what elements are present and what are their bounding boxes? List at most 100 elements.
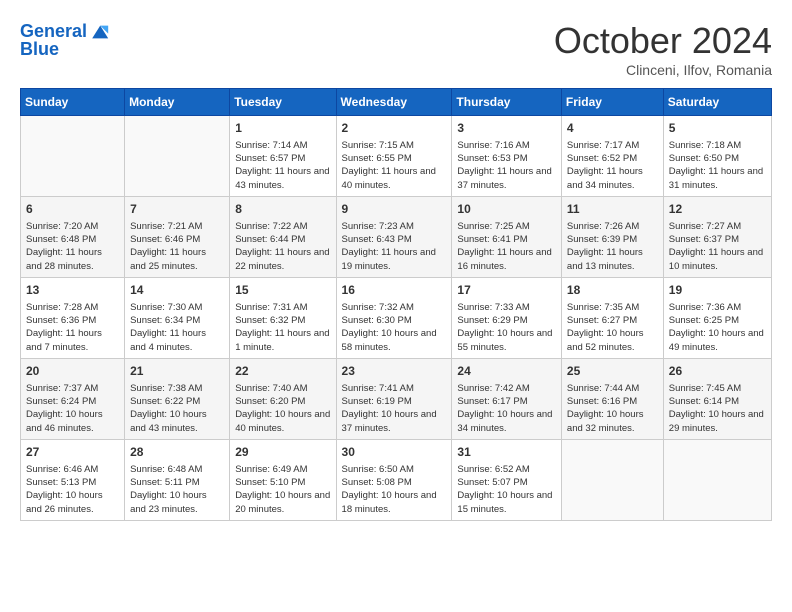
day-number: 12 — [669, 201, 766, 218]
title-block: October 2024 Clinceni, Ilfov, Romania — [554, 20, 772, 78]
day-info: Sunrise: 7:31 AM Sunset: 6:32 PM Dayligh… — [235, 301, 330, 354]
day-info: Sunrise: 6:48 AM Sunset: 5:11 PM Dayligh… — [130, 463, 224, 516]
day-info: Sunrise: 7:40 AM Sunset: 6:20 PM Dayligh… — [235, 382, 330, 435]
day-info: Sunrise: 6:49 AM Sunset: 5:10 PM Dayligh… — [235, 463, 330, 516]
day-info: Sunrise: 7:16 AM Sunset: 6:53 PM Dayligh… — [457, 139, 556, 192]
day-of-week-header: Friday — [561, 89, 663, 116]
day-info: Sunrise: 7:17 AM Sunset: 6:52 PM Dayligh… — [567, 139, 658, 192]
calendar-cell: 4 Sunrise: 7:17 AM Sunset: 6:52 PM Daylig… — [561, 116, 663, 197]
day-number: 3 — [457, 120, 556, 137]
calendar-cell: 5Sunrise: 7:18 AM Sunset: 6:50 PM Daylig… — [663, 116, 771, 197]
calendar-cell: 6 Sunrise: 7:20 AM Sunset: 6:48 PM Daylig… — [21, 196, 125, 277]
calendar-cell: 24 Sunrise: 7:42 AM Sunset: 6:17 PM Dayli… — [452, 358, 562, 439]
day-number: 17 — [457, 282, 556, 299]
month-title: October 2024 — [554, 20, 772, 62]
day-of-week-header: Wednesday — [336, 89, 452, 116]
calendar-cell: 12Sunrise: 7:27 AM Sunset: 6:37 PM Dayli… — [663, 196, 771, 277]
calendar-week-row: 27 Sunrise: 6:46 AM Sunset: 5:13 PM Dayli… — [21, 439, 772, 520]
calendar-cell: 15 Sunrise: 7:31 AM Sunset: 6:32 PM Dayli… — [230, 277, 336, 358]
day-number: 13 — [26, 282, 119, 299]
day-of-week-header: Sunday — [21, 89, 125, 116]
calendar-cell: 9 Sunrise: 7:23 AM Sunset: 6:43 PM Daylig… — [336, 196, 452, 277]
calendar-table: SundayMondayTuesdayWednesdayThursdayFrid… — [20, 88, 772, 521]
day-number: 21 — [130, 363, 224, 380]
day-number: 28 — [130, 444, 224, 461]
day-number: 11 — [567, 201, 658, 218]
day-number: 6 — [26, 201, 119, 218]
calendar-cell: 31Sunrise: 6:52 AM Sunset: 5:07 PM Dayli… — [452, 439, 562, 520]
day-number: 7 — [130, 201, 224, 218]
calendar-cell: 8Sunrise: 7:22 AM Sunset: 6:44 PM Daylig… — [230, 196, 336, 277]
day-number: 19 — [669, 282, 766, 299]
day-info: Sunrise: 7:44 AM Sunset: 6:16 PM Dayligh… — [567, 382, 658, 435]
calendar-cell: 23 Sunrise: 7:41 AM Sunset: 6:19 PM Dayli… — [336, 358, 452, 439]
day-number: 26 — [669, 363, 766, 380]
day-info: Sunrise: 7:45 AM Sunset: 6:14 PM Dayligh… — [669, 382, 766, 435]
calendar-cell: 16 Sunrise: 7:32 AM Sunset: 6:30 PM Dayli… — [336, 277, 452, 358]
day-info: Sunrise: 7:14 AM Sunset: 6:57 PM Dayligh… — [235, 139, 330, 192]
day-number: 25 — [567, 363, 658, 380]
day-number: 5 — [669, 120, 766, 137]
calendar-cell: 25 Sunrise: 7:44 AM Sunset: 6:16 PM Dayli… — [561, 358, 663, 439]
day-number: 2 — [342, 120, 447, 137]
day-info: Sunrise: 7:41 AM Sunset: 6:19 PM Dayligh… — [342, 382, 447, 435]
day-number: 18 — [567, 282, 658, 299]
day-info: Sunrise: 7:25 AM Sunset: 6:41 PM Dayligh… — [457, 220, 556, 273]
calendar-cell: 7 Sunrise: 7:21 AM Sunset: 6:46 PM Daylig… — [125, 196, 230, 277]
calendar-week-row: 1Sunrise: 7:14 AM Sunset: 6:57 PM Daylig… — [21, 116, 772, 197]
day-info: Sunrise: 7:30 AM Sunset: 6:34 PM Dayligh… — [130, 301, 224, 354]
calendar-cell: 29 Sunrise: 6:49 AM Sunset: 5:10 PM Dayli… — [230, 439, 336, 520]
day-number: 16 — [342, 282, 447, 299]
calendar-header-row: SundayMondayTuesdayWednesdayThursdayFrid… — [21, 89, 772, 116]
day-info: Sunrise: 7:21 AM Sunset: 6:46 PM Dayligh… — [130, 220, 224, 273]
day-info: Sunrise: 6:46 AM Sunset: 5:13 PM Dayligh… — [26, 463, 119, 516]
calendar-cell: 17 Sunrise: 7:33 AM Sunset: 6:29 PM Dayli… — [452, 277, 562, 358]
day-info: Sunrise: 7:42 AM Sunset: 6:17 PM Dayligh… — [457, 382, 556, 435]
day-info: Sunrise: 7:20 AM Sunset: 6:48 PM Dayligh… — [26, 220, 119, 273]
day-of-week-header: Tuesday — [230, 89, 336, 116]
logo-icon — [89, 20, 113, 44]
logo: General Blue — [20, 20, 113, 60]
calendar-cell: 26 Sunrise: 7:45 AM Sunset: 6:14 PM Dayli… — [663, 358, 771, 439]
day-number: 15 — [235, 282, 330, 299]
day-number: 10 — [457, 201, 556, 218]
calendar-cell — [561, 439, 663, 520]
calendar-week-row: 20Sunrise: 7:37 AM Sunset: 6:24 PM Dayli… — [21, 358, 772, 439]
calendar-cell — [21, 116, 125, 197]
day-info: Sunrise: 7:36 AM Sunset: 6:25 PM Dayligh… — [669, 301, 766, 354]
calendar-cell: 27 Sunrise: 6:46 AM Sunset: 5:13 PM Dayli… — [21, 439, 125, 520]
calendar-cell: 28 Sunrise: 6:48 AM Sunset: 5:11 PM Dayli… — [125, 439, 230, 520]
calendar-cell: 18 Sunrise: 7:35 AM Sunset: 6:27 PM Dayli… — [561, 277, 663, 358]
day-number: 23 — [342, 363, 447, 380]
day-info: Sunrise: 6:50 AM Sunset: 5:08 PM Dayligh… — [342, 463, 447, 516]
day-of-week-header: Thursday — [452, 89, 562, 116]
day-info: Sunrise: 7:35 AM Sunset: 6:27 PM Dayligh… — [567, 301, 658, 354]
calendar-cell: 14Sunrise: 7:30 AM Sunset: 6:34 PM Dayli… — [125, 277, 230, 358]
day-number: 30 — [342, 444, 447, 461]
day-info: Sunrise: 7:15 AM Sunset: 6:55 PM Dayligh… — [342, 139, 447, 192]
page-header: General Blue October 2024 Clinceni, Ilfo… — [20, 20, 772, 78]
day-number: 9 — [342, 201, 447, 218]
location: Clinceni, Ilfov, Romania — [554, 62, 772, 78]
day-number: 27 — [26, 444, 119, 461]
calendar-cell: 20Sunrise: 7:37 AM Sunset: 6:24 PM Dayli… — [21, 358, 125, 439]
calendar-cell: 3 Sunrise: 7:16 AM Sunset: 6:53 PM Daylig… — [452, 116, 562, 197]
day-info: Sunrise: 7:32 AM Sunset: 6:30 PM Dayligh… — [342, 301, 447, 354]
day-number: 4 — [567, 120, 658, 137]
calendar-cell: 21 Sunrise: 7:38 AM Sunset: 6:22 PM Dayli… — [125, 358, 230, 439]
day-info: Sunrise: 7:23 AM Sunset: 6:43 PM Dayligh… — [342, 220, 447, 273]
day-info: Sunrise: 7:38 AM Sunset: 6:22 PM Dayligh… — [130, 382, 224, 435]
day-number: 29 — [235, 444, 330, 461]
day-info: Sunrise: 6:52 AM Sunset: 5:07 PM Dayligh… — [457, 463, 556, 516]
day-number: 20 — [26, 363, 119, 380]
calendar-cell: 22 Sunrise: 7:40 AM Sunset: 6:20 PM Dayli… — [230, 358, 336, 439]
day-info: Sunrise: 7:26 AM Sunset: 6:39 PM Dayligh… — [567, 220, 658, 273]
calendar-cell: 13Sunrise: 7:28 AM Sunset: 6:36 PM Dayli… — [21, 277, 125, 358]
calendar-body: 1Sunrise: 7:14 AM Sunset: 6:57 PM Daylig… — [21, 116, 772, 521]
calendar-cell — [125, 116, 230, 197]
day-number: 24 — [457, 363, 556, 380]
day-info: Sunrise: 7:22 AM Sunset: 6:44 PM Dayligh… — [235, 220, 330, 273]
day-info: Sunrise: 7:33 AM Sunset: 6:29 PM Dayligh… — [457, 301, 556, 354]
day-number: 22 — [235, 363, 330, 380]
calendar-cell: 11 Sunrise: 7:26 AM Sunset: 6:39 PM Dayli… — [561, 196, 663, 277]
